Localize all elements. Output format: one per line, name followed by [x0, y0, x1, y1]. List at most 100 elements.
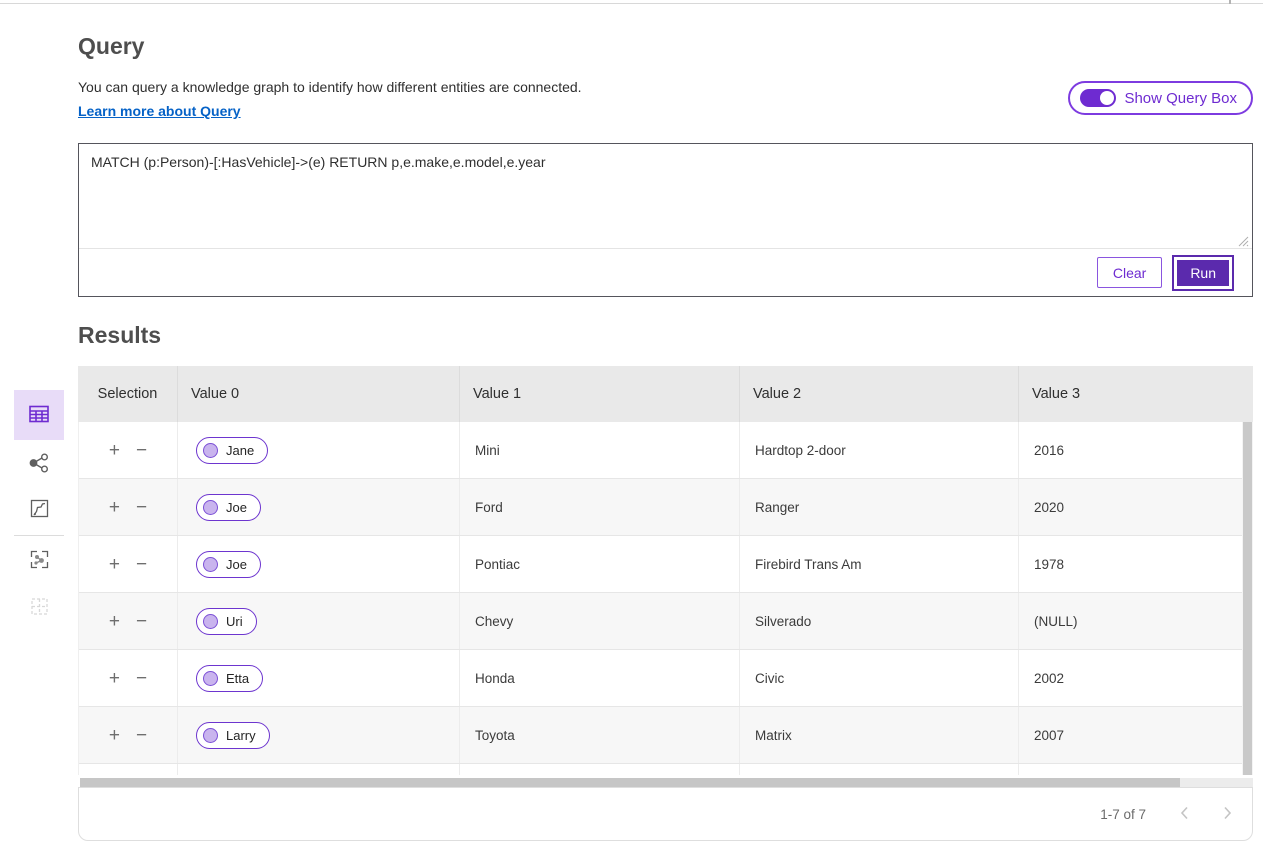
add-selection-button[interactable]: +: [109, 441, 120, 460]
entity-pill[interactable]: Larry: [196, 722, 270, 749]
remove-selection-button[interactable]: −: [136, 498, 147, 517]
value1-cell: Chevy: [459, 593, 739, 649]
horizontal-scrollbar-thumb[interactable]: [80, 778, 1180, 787]
value3-cell: 2020: [1018, 479, 1253, 535]
selection-cell: + −: [79, 593, 177, 649]
run-button[interactable]: Run: [1174, 257, 1232, 289]
add-selection-button[interactable]: +: [109, 726, 120, 745]
value3-cell: [1018, 764, 1253, 775]
remove-icon: −: [136, 440, 147, 461]
add-icon: +: [109, 668, 120, 689]
value1-cell: Mini: [459, 422, 739, 478]
entity-node-icon: [203, 671, 218, 686]
learn-more-link[interactable]: Learn more about Query: [78, 103, 241, 119]
page-title: Query: [78, 33, 144, 60]
column-header-value3: Value 3: [1018, 366, 1253, 422]
selection-cell: + −: [79, 707, 177, 763]
value2-cell: Firebird Trans Am: [739, 536, 1018, 592]
value1-cell: Honda: [459, 650, 739, 706]
entity-pill-label: Uri: [226, 614, 243, 629]
sidebar-divider: [14, 535, 64, 536]
table-row: + − Larry Toyota Matrix 2007: [79, 707, 1253, 764]
clear-button[interactable]: Clear: [1097, 257, 1162, 288]
results-table-body: + − Jane Mini Hardtop 2-door 2016 + − Jo…: [78, 422, 1253, 775]
value1-cell: [459, 764, 739, 775]
column-header-value0: Value 0: [177, 366, 459, 422]
value2-cell: Civic: [739, 650, 1018, 706]
toggle-label: Show Query Box: [1124, 90, 1237, 107]
add-selection-button[interactable]: +: [109, 555, 120, 574]
remove-selection-button[interactable]: −: [136, 726, 147, 745]
table-row: + − Uri Chevy Silverado (NULL): [79, 593, 1253, 650]
entity-cell: Etta: [177, 650, 459, 706]
table-row: + − Jane Mini Hardtop 2-door 2016: [79, 422, 1253, 479]
column-header-value1: Value 1: [459, 366, 739, 422]
entity-pill[interactable]: Joe: [196, 551, 261, 578]
table-row: + − Joe Ford Ranger 2020: [79, 479, 1253, 536]
query-description: You can query a knowledge graph to ident…: [78, 79, 582, 95]
value2-cell: Silverado: [739, 593, 1018, 649]
entity-pill[interactable]: Joe: [196, 494, 261, 521]
entity-pill-label: Larry: [226, 728, 256, 743]
value1-cell: Pontiac: [459, 536, 739, 592]
value3-cell: 2007: [1018, 707, 1253, 763]
add-icon: +: [109, 497, 120, 518]
value2-cell: [739, 764, 1018, 775]
add-selection-button[interactable]: +: [109, 669, 120, 688]
results-table-header: Selection Value 0 Value 1 Value 2 Value …: [78, 366, 1253, 422]
add-icon: +: [109, 611, 120, 632]
remove-selection-button[interactable]: −: [136, 669, 147, 688]
add-icon: +: [109, 725, 120, 746]
remove-selection-button[interactable]: −: [136, 555, 147, 574]
vertical-scrollbar-thumb[interactable]: [1243, 422, 1252, 775]
entity-cell: Uri: [177, 593, 459, 649]
show-query-box-toggle[interactable]: Show Query Box: [1068, 81, 1253, 115]
entity-pill[interactable]: Jane: [196, 437, 268, 464]
value2-cell: Hardtop 2-door: [739, 422, 1018, 478]
remove-selection-button[interactable]: −: [136, 441, 147, 460]
selection-cell: + −: [79, 536, 177, 592]
selection-cell: + −: [79, 650, 177, 706]
sidebar-item-graph-canvas[interactable]: [14, 543, 64, 579]
pagination-range-label: 1-7 of 7: [1100, 807, 1146, 822]
vertical-scrollbar[interactable]: [1242, 422, 1253, 775]
entity-pill-label: Etta: [226, 671, 249, 686]
table-view-icon: [28, 403, 50, 428]
results-title: Results: [78, 322, 161, 349]
add-icon: +: [109, 554, 120, 575]
next-page-button[interactable]: [1223, 806, 1232, 823]
entity-pill[interactable]: Uri: [196, 608, 257, 635]
value3-cell: 1978: [1018, 536, 1253, 592]
value3-cell: 2002: [1018, 650, 1253, 706]
column-header-selection: Selection: [78, 366, 177, 422]
query-input[interactable]: MATCH (p:Person)-[:HasVehicle]->(e) RETU…: [79, 144, 1252, 248]
entity-node-icon: [203, 728, 218, 743]
sidebar-item-map-view[interactable]: [14, 492, 64, 528]
add-selection-button[interactable]: +: [109, 612, 120, 631]
remove-icon: −: [136, 497, 147, 518]
toggle-switch-on-icon[interactable]: [1080, 89, 1116, 107]
entity-cell: [177, 764, 459, 775]
previous-page-button[interactable]: [1180, 806, 1189, 823]
remove-icon: −: [136, 611, 147, 632]
sidebar-item-table-view[interactable]: [14, 390, 64, 440]
value2-cell: Ranger: [739, 479, 1018, 535]
entity-cell: Joe: [177, 479, 459, 535]
chevron-left-icon: [1180, 806, 1189, 823]
remove-selection-button[interactable]: −: [136, 612, 147, 631]
remove-icon: −: [136, 668, 147, 689]
selection-cell: + −: [79, 764, 177, 775]
add-icon: +: [109, 440, 120, 461]
entity-pill-label: Joe: [226, 557, 247, 572]
selection-cell: + −: [79, 422, 177, 478]
remove-icon: −: [136, 725, 147, 746]
horizontal-scrollbar[interactable]: [80, 778, 1253, 787]
network-view-icon: [28, 452, 50, 477]
value2-cell: Matrix: [739, 707, 1018, 763]
value1-cell: Ford: [459, 479, 739, 535]
add-selection-button[interactable]: +: [109, 498, 120, 517]
pagination-footer: 1-7 of 7: [78, 787, 1253, 841]
chevron-right-icon: [1223, 806, 1232, 823]
entity-pill[interactable]: Etta: [196, 665, 263, 692]
sidebar-item-network-view[interactable]: [14, 446, 64, 482]
